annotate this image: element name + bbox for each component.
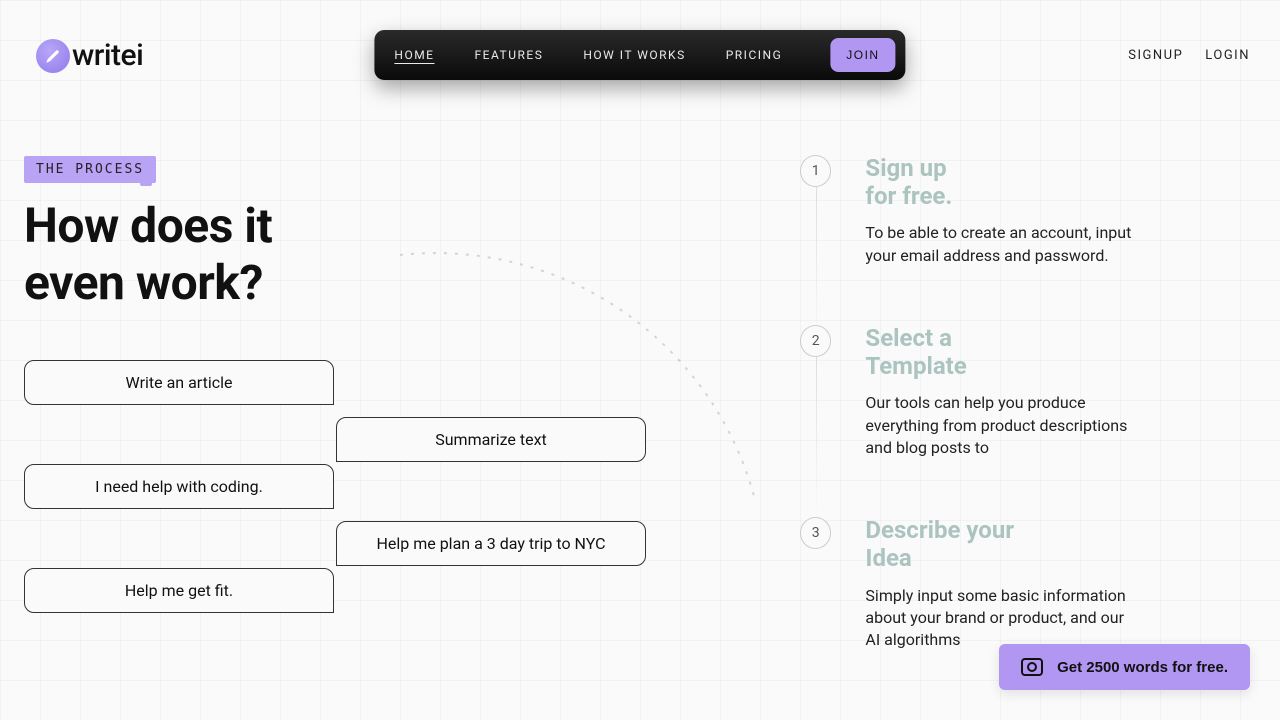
brand-logo[interactable]: writei <box>36 38 143 73</box>
step-title: Select a Template <box>865 325 1140 380</box>
pen-icon <box>36 39 70 73</box>
step-number: 3 <box>800 517 831 549</box>
prompt-item[interactable]: Write an article <box>24 360 334 405</box>
section-tag: THE PROCESS <box>24 156 156 183</box>
prompt-item[interactable]: I need help with coding. <box>24 464 334 509</box>
nav-home[interactable]: HOME <box>394 48 434 62</box>
step-description: Simply input some basic information abou… <box>865 585 1140 652</box>
prompt-item[interactable]: Help me plan a 3 day trip to NYC <box>336 521 646 566</box>
step-description: Our tools can help you produce everythin… <box>865 392 1140 459</box>
step-title: Sign up for free. <box>865 155 1140 210</box>
steps-list: 1 Sign up for free. To be able to create… <box>800 155 1140 652</box>
step-connector <box>816 187 817 347</box>
step-number: 1 <box>800 155 831 187</box>
signup-link[interactable]: SIGNUP <box>1128 48 1183 63</box>
nav-how-it-works[interactable]: HOW IT WORKS <box>583 48 685 62</box>
step-title: Describe your Idea <box>865 517 1140 572</box>
nav-pricing[interactable]: PRICING <box>726 48 783 62</box>
prompt-item[interactable]: Help me get fit. <box>24 568 334 613</box>
login-link[interactable]: LOGIN <box>1205 48 1250 63</box>
auth-links: SIGNUP LOGIN <box>1128 48 1250 63</box>
step-item: 1 Sign up for free. To be able to create… <box>800 155 1140 267</box>
step-description: To be able to create an account, input y… <box>865 222 1140 267</box>
step-connector <box>816 357 817 517</box>
heading-line-1: How does it <box>24 197 272 254</box>
brand-name: writei <box>72 38 143 73</box>
tag-corner-decoration <box>140 174 152 186</box>
step-item: 2 Select a Template Our tools can help y… <box>800 325 1140 459</box>
prompt-item[interactable]: Summarize text <box>336 417 646 462</box>
step-number: 2 <box>800 325 831 357</box>
wallet-icon <box>1021 658 1043 676</box>
cta-get-free-words[interactable]: Get 2500 words for free. <box>999 644 1250 690</box>
main-nav: HOME FEATURES HOW IT WORKS PRICING JOIN <box>374 30 905 80</box>
heading-line-2: even work? <box>24 254 263 311</box>
nav-features[interactable]: FEATURES <box>475 48 544 62</box>
prompt-bubbles: Write an article Summarize text I need h… <box>24 360 684 625</box>
section-heading: How does it even work? <box>24 198 272 311</box>
join-button[interactable]: JOIN <box>830 38 895 72</box>
cta-label: Get 2500 words for free. <box>1057 659 1228 676</box>
step-item: 3 Describe your Idea Simply input some b… <box>800 517 1140 651</box>
